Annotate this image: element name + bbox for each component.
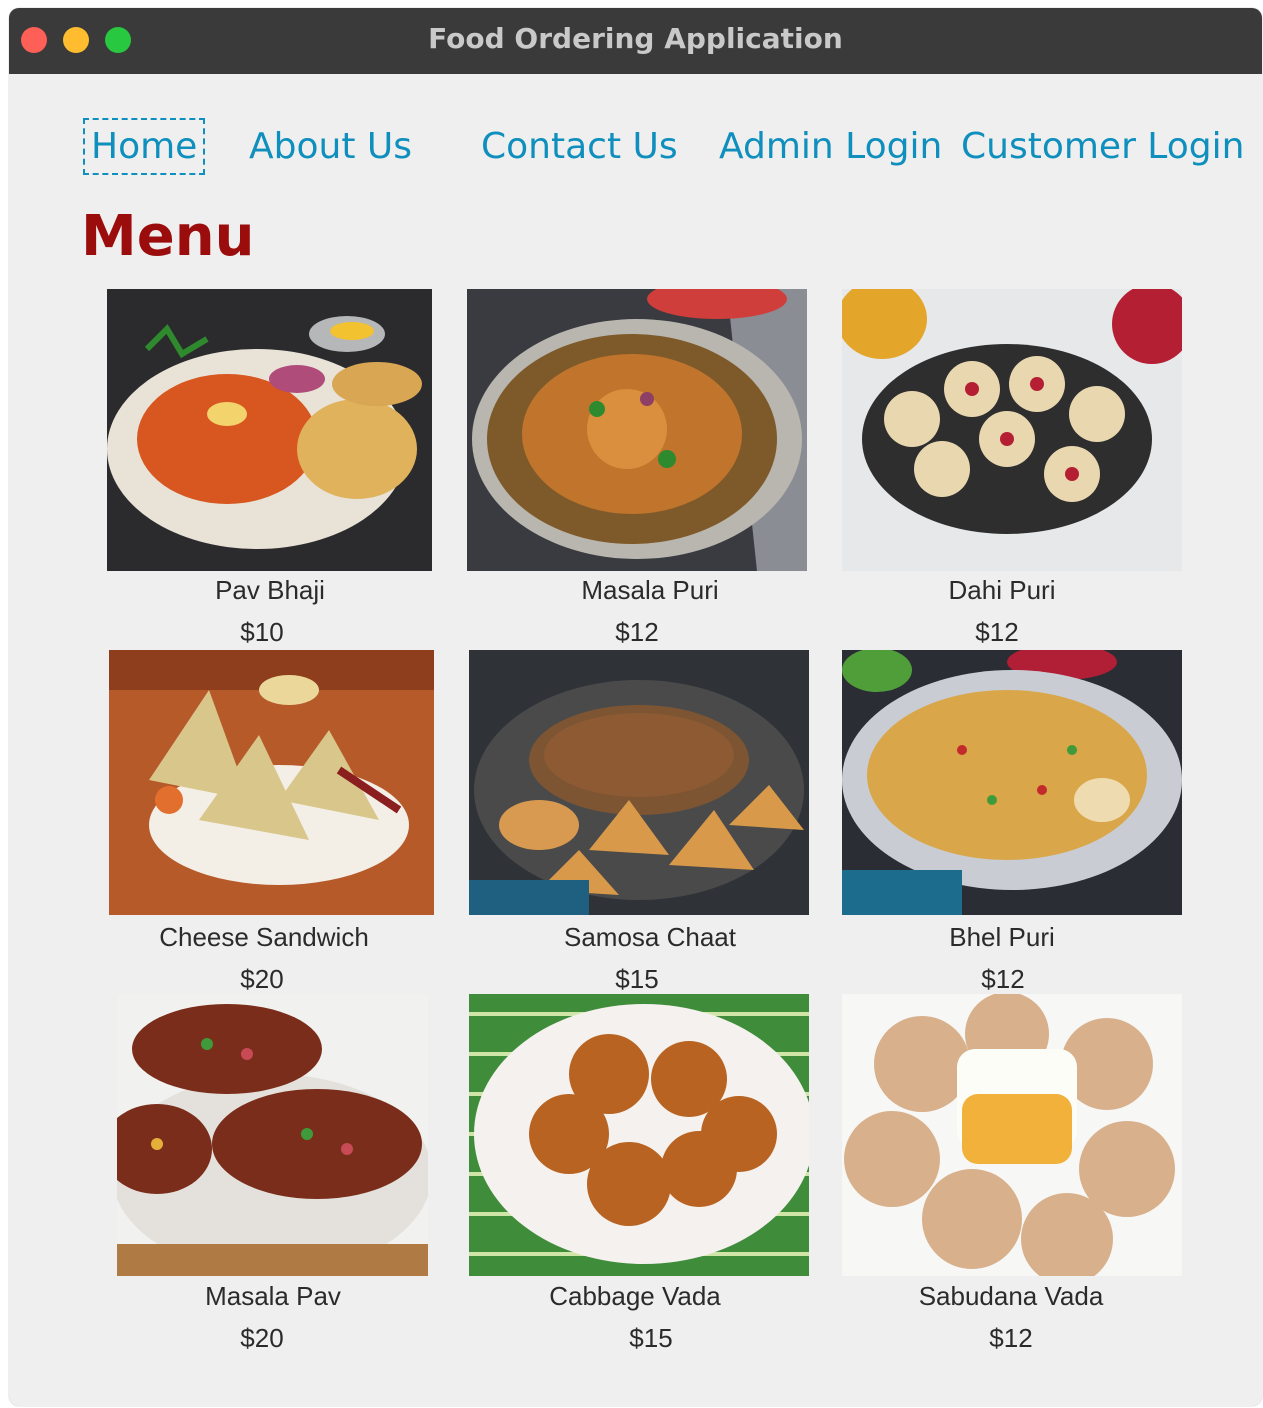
cabbage-vada-photo[interactable] bbox=[469, 994, 809, 1276]
item-price: $12 bbox=[975, 617, 1019, 647]
item-name: Cheese Sandwich bbox=[159, 922, 369, 952]
pav-bhaji-photo[interactable] bbox=[107, 289, 432, 571]
nav-home-link[interactable]: Home bbox=[82, 118, 206, 175]
item-price: $20 bbox=[240, 1323, 284, 1353]
window-title: Food Ordering Application bbox=[428, 22, 843, 55]
bhel-puri-photo[interactable] bbox=[842, 650, 1182, 915]
nav-admin-login-link[interactable]: Admin Login bbox=[719, 126, 942, 167]
cheese-sandwich-photo[interactable] bbox=[109, 650, 434, 915]
item-price: $12 bbox=[989, 1323, 1033, 1353]
menu-heading: Menu bbox=[81, 204, 255, 269]
item-name: Cabbage Vada bbox=[549, 1281, 721, 1311]
item-name: Pav Bhaji bbox=[215, 575, 325, 605]
item-price: $10 bbox=[240, 617, 284, 647]
item-name: Dahi Puri bbox=[948, 575, 1056, 605]
item-name: Masala Pav bbox=[205, 1281, 341, 1311]
item-price: $15 bbox=[615, 964, 659, 994]
nav-customer-login-link[interactable]: Customer Login bbox=[961, 126, 1244, 167]
item-name: Bhel Puri bbox=[949, 922, 1055, 952]
masala-puri-photo[interactable] bbox=[467, 289, 807, 571]
item-price: $12 bbox=[615, 617, 659, 647]
samosa-chaat-photo[interactable] bbox=[469, 650, 809, 915]
item-price: $20 bbox=[240, 964, 284, 994]
item-name: Sabudana Vada bbox=[918, 1281, 1104, 1311]
sabudana-vada-photo[interactable] bbox=[842, 994, 1182, 1276]
item-price: $15 bbox=[629, 1323, 673, 1353]
dahi-puri-photo[interactable] bbox=[842, 289, 1182, 571]
masala-pav-photo[interactable] bbox=[117, 994, 428, 1276]
nav-about-link[interactable]: About Us bbox=[249, 126, 412, 167]
item-price: $12 bbox=[981, 964, 1025, 994]
item-name: Masala Puri bbox=[581, 575, 719, 605]
item-name: Samosa Chaat bbox=[564, 922, 736, 952]
title-bar: Food Ordering Application bbox=[9, 8, 1262, 74]
app-window: Food Ordering Application Home About Us … bbox=[9, 8, 1262, 1406]
nav-contact-link[interactable]: Contact Us bbox=[481, 126, 678, 167]
